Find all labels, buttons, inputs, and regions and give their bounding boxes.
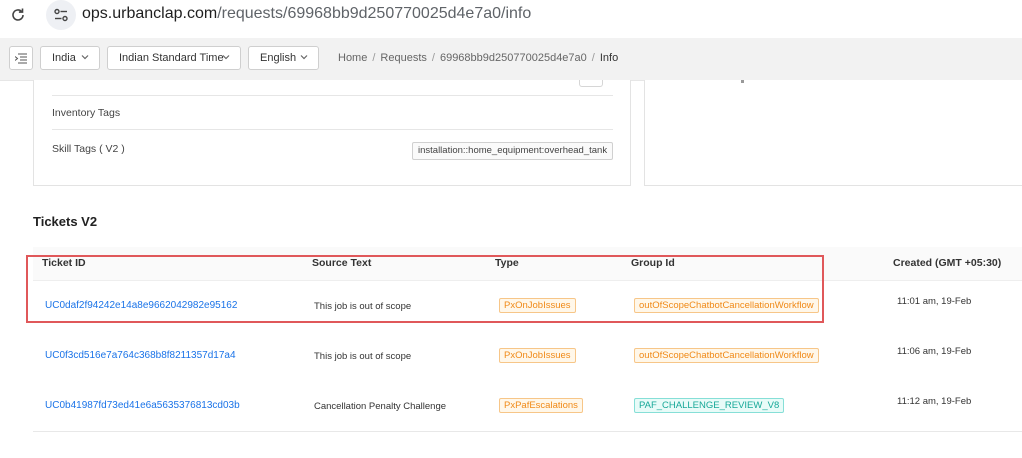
table-row: UC0f3cd516e7a764c368b8f8211357d17a4 This… — [33, 331, 1022, 382]
divider — [52, 95, 613, 96]
side-card-stub — [741, 80, 744, 83]
source-text-cell: Cancellation Penalty Challenge — [314, 401, 447, 412]
country-select[interactable]: India — [40, 46, 100, 70]
type-tag: PxOnJobIssues — [499, 298, 576, 313]
skill-tags-label: Skill Tags ( V2 ) — [52, 143, 125, 155]
source-text-cell: This job is out of scope — [314, 301, 412, 312]
browser-address-bar: ops.urbanclap.com/requests/69968bb9d2507… — [0, 0, 1022, 30]
ticket-id-link[interactable]: UC0b41987fd73ed41e6a5635376813cd03b — [45, 400, 240, 411]
ticket-id-link[interactable]: UC0f3cd516e7a764c368b8f8211357d17a4 — [45, 350, 236, 361]
side-card — [644, 80, 1022, 186]
source-text-cell: This job is out of scope — [314, 351, 412, 362]
table-row: UC0b41987fd73ed41e6a5635376813cd03b Canc… — [33, 381, 1022, 432]
country-value: India — [52, 52, 76, 64]
site-info-icon[interactable] — [46, 0, 76, 30]
created-cell: 11:06 am, 19-Feb — [897, 346, 972, 357]
tickets-table-header: Ticket ID Source Text Type Group Id Crea… — [33, 247, 1022, 281]
timezone-value: Indian Standard Time — [119, 52, 224, 64]
breadcrumb-requests[interactable]: Requests — [380, 52, 426, 64]
tickets-section-title: Tickets V2 — [33, 214, 98, 229]
chevron-down-icon — [222, 55, 230, 60]
created-cell: 11:12 am, 19-Feb — [897, 396, 972, 407]
chevron-down-icon — [81, 55, 89, 60]
url-path: /requests/69968bb9d250770025d4e7a0/info — [217, 5, 532, 22]
app-header: India Indian Standard Time English Home /… — [0, 38, 1022, 81]
column-header-group-id: Group Id — [631, 257, 675, 269]
column-header-type: Type — [495, 257, 519, 269]
breadcrumb: Home / Requests/69968bb9d250770025d4e7a0/I… — [338, 52, 619, 64]
breadcrumb-home[interactable]: Home — [338, 52, 367, 64]
column-header-created: Created (GMT +05:30) — [893, 257, 1002, 269]
breadcrumb-current: Info — [599, 52, 619, 64]
url-host: ops.urbanclap.com — [82, 5, 218, 22]
request-details-card: Inventory Tags Skill Tags ( V2 ) install… — [33, 80, 631, 186]
column-header-source-text: Source Text — [312, 257, 372, 269]
type-tag: PxOnJobIssues — [499, 348, 576, 363]
inventory-tags-label: Inventory Tags — [52, 107, 121, 119]
group-id-tag: outOfScopeChatbotCancellationWorkflow — [634, 298, 819, 313]
column-header-ticket-id: Ticket ID — [42, 257, 86, 269]
created-cell: 11:01 am, 19-Feb — [897, 296, 972, 307]
menu-icon — [15, 53, 27, 64]
group-id-tag: PAF_CHALLENGE_REVIEW_V8 — [634, 398, 785, 413]
card-edit-button-stub[interactable] — [579, 80, 603, 87]
skill-tag: installation::home_equipment:overhead_ta… — [412, 142, 614, 160]
language-select[interactable]: English — [248, 46, 319, 70]
url-bar[interactable]: ops.urbanclap.com/requests/69968bb9d2507… — [82, 5, 531, 23]
divider — [52, 129, 613, 130]
breadcrumb-request-id[interactable]: 69968bb9d250770025d4e7a0 — [440, 52, 587, 64]
type-tag: PxPafEscalations — [499, 398, 583, 413]
group-id-tag: outOfScopeChatbotCancellationWorkflow — [634, 348, 819, 363]
table-row: UC0daf2f94242e14a8e9662042982e95162 This… — [33, 281, 1022, 332]
ticket-id-link[interactable]: UC0daf2f94242e14a8e9662042982e95162 — [45, 300, 237, 311]
reload-icon[interactable] — [9, 6, 27, 24]
language-value: English — [260, 52, 297, 64]
timezone-select[interactable]: Indian Standard Time — [107, 46, 241, 70]
menu-toggle-button[interactable] — [9, 46, 33, 70]
chevron-down-icon — [300, 55, 308, 60]
